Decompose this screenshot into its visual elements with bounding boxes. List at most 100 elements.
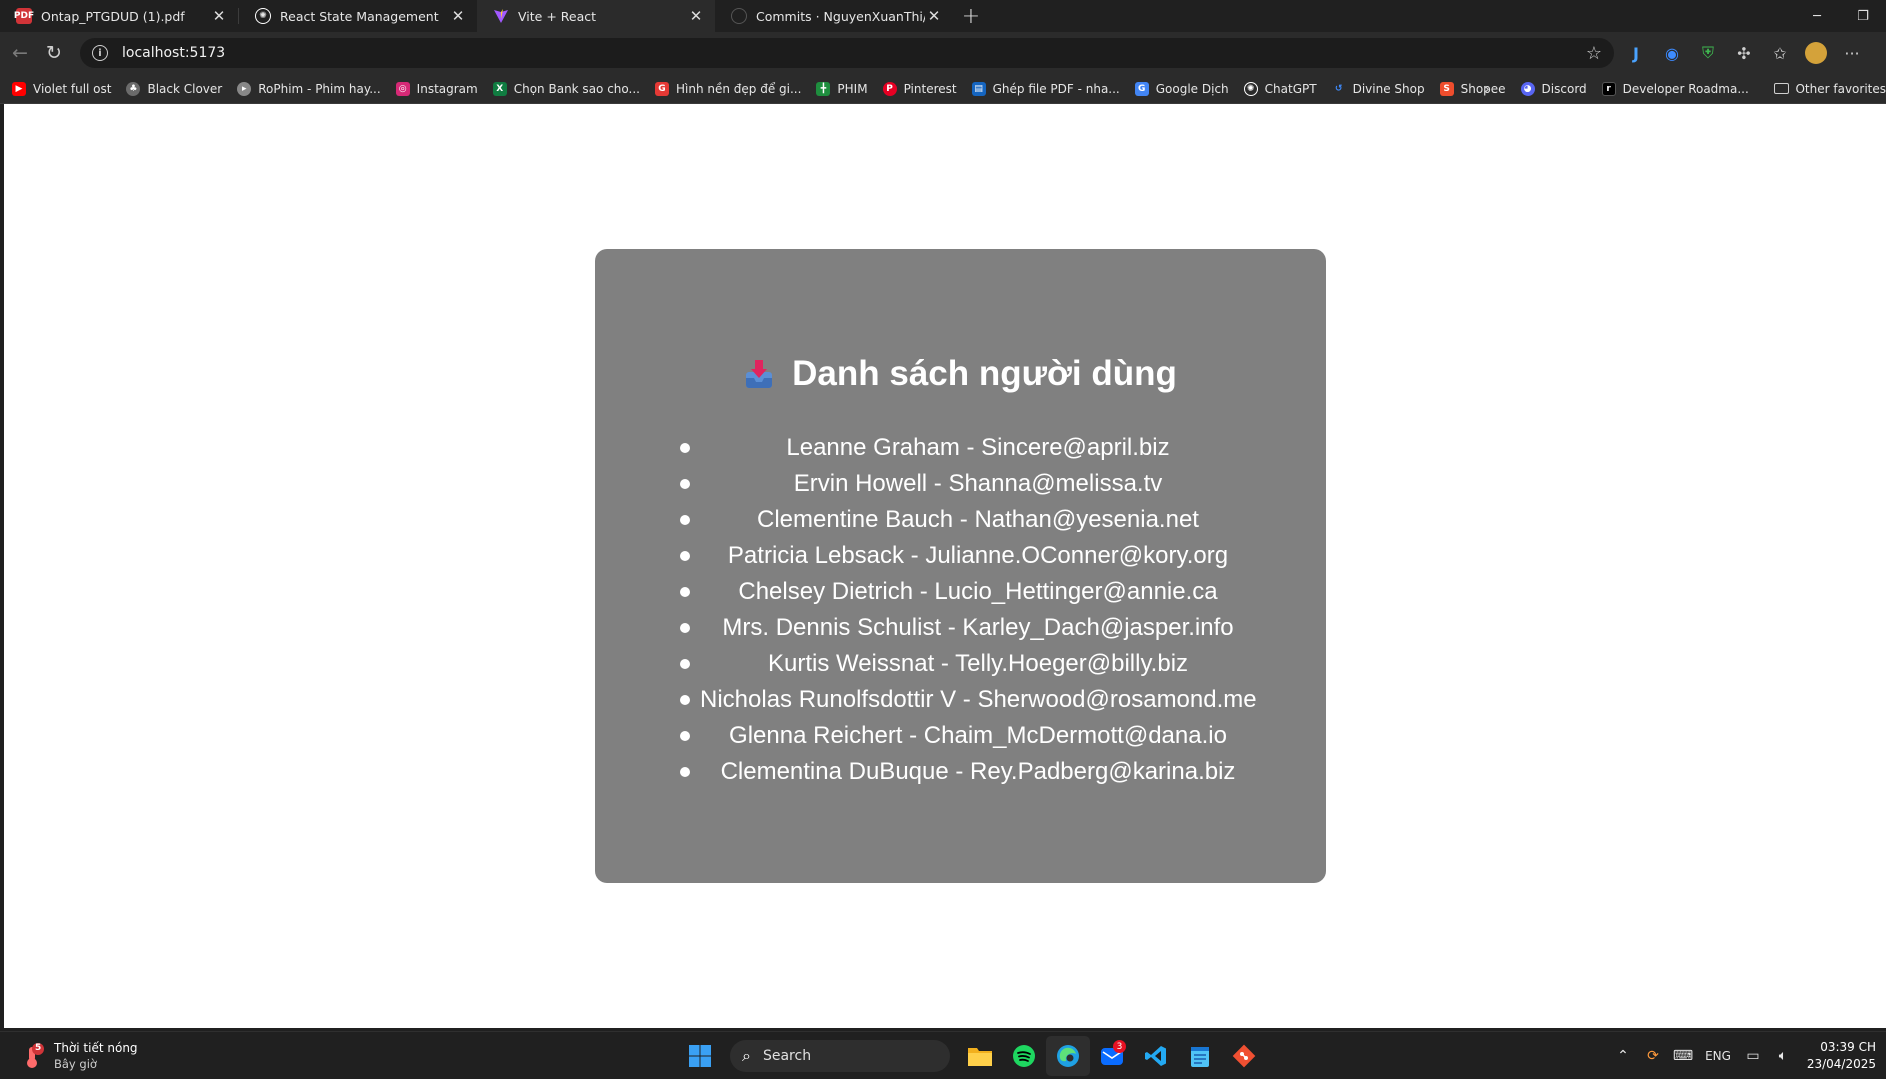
tab-title: Commits · NguyenXuanThi/REACT [756,8,925,24]
google-translate-icon: G [1134,81,1149,96]
weather-title: Thời tiết nóng [54,1041,138,1055]
bookmark-label: Google Dịch [1155,81,1229,96]
file-explorer-icon[interactable] [958,1036,1002,1076]
vite-icon [493,8,509,24]
profile-avatar[interactable] [1798,38,1834,68]
chevron-up-icon[interactable]: ⌃ [1608,1048,1638,1064]
mail-icon[interactable]: 3 [1090,1036,1134,1076]
user-entry: Ervin Howell - Shanna@melissa.tv [793,470,1163,497]
edge-browser-icon[interactable] [1046,1036,1090,1076]
audio-extension-icon[interactable]: ◉ [1654,38,1690,68]
close-tab-icon[interactable]: ✕ [925,7,943,25]
close-tab-icon[interactable]: ✕ [687,7,705,25]
g-icon: G [654,81,669,96]
refresh-button[interactable]: ↻ [37,36,71,70]
j-extension-icon[interactable]: J [1618,38,1654,68]
chatgpt-icon: ✺ [1243,81,1258,96]
user-entry: Chelsey Dietrich - Lucio_Hettinger@annie… [738,578,1218,605]
sync-icon[interactable]: ⟳ [1638,1048,1668,1064]
notepad-icon[interactable] [1178,1036,1222,1076]
close-tab-icon[interactable]: ✕ [449,7,467,25]
site-info-icon[interactable]: i [92,45,108,61]
bookmark-label: Ghép file PDF - nha... [992,81,1120,96]
address-url[interactable]: localhost:5173 [122,45,1586,61]
user-entry: Clementine Bauch - Nathan@yesenia.net [757,506,1199,533]
bookmark-google-dich[interactable]: G Google Dịch [1134,81,1229,96]
weather-widget[interactable]: 5 Thời tiết nóng Bây giờ [20,1040,138,1072]
search-placeholder: Search [762,1048,812,1064]
tab-vite-react[interactable]: Vite + React ✕ [477,0,715,32]
bullet-icon [680,587,690,597]
bullet-icon [680,443,690,453]
bookmark-rophim[interactable]: ▸ RoPhim - Phim hay... [237,81,381,96]
bookmark-pinterest[interactable]: P Pinterest [882,81,957,96]
bookmark-hinh-nen[interactable]: G Hình nền đẹp để gi... [654,81,802,96]
list-item: Glenna Reichert - Chaim_McDermott@dana.i… [680,718,1256,754]
close-tab-icon[interactable]: ✕ [210,7,228,25]
bookmark-label: RoPhim - Phim hay... [258,81,381,96]
address-bar[interactable]: i localhost:5173 ☆ [80,38,1614,68]
new-tab-button[interactable]: + [953,0,989,32]
bullet-icon [680,695,690,705]
other-favorites-folder[interactable]: Other favorites [1774,82,1886,96]
browser-toolbar: ← ↻ i localhost:5173 ☆ J ◉ ⛨ ✣ ✩ ··· [0,32,1886,74]
back-button[interactable]: ← [3,36,37,70]
divine-shop-icon: ↺ [1334,83,1343,94]
favorites-icon[interactable]: ✩ [1762,38,1798,68]
extensions-puzzle-icon[interactable]: ✣ [1726,38,1762,68]
bookmark-discord[interactable]: ◕ Discord [1520,81,1587,96]
taskbar-search-input[interactable]: ⌕ Search [730,1040,950,1072]
bookmark-chon-bank[interactable]: X Chọn Bank sao cho... [492,81,640,96]
tab-react-state-management[interactable]: ✺ React State Management ✕ [239,0,477,32]
bookmark-black-clover[interactable]: ♣ Black Clover [126,81,222,96]
spotify-icon[interactable] [1002,1036,1046,1076]
bookmark-divine-shop[interactable]: ↺ Divine Shop [1332,82,1425,96]
bullet-icon [680,515,690,525]
bookmark-violet-full-ost[interactable]: ▶ Violet full ost [12,81,112,96]
bookmark-label: Discord [1541,81,1587,96]
bookmark-developer-roadmap[interactable]: r Developer Roadma... [1601,81,1749,96]
page-title: Danh sách người dùng [595,354,1326,394]
keyboard-icon[interactable]: ⌨ [1668,1048,1698,1064]
bookmark-label: Pinterest [903,81,957,96]
bookmark-label: PHIM [837,81,868,96]
chevron-right-icon[interactable]: › [1484,79,1490,98]
taskbar-clock[interactable]: 03:39 CH 23/04/2025 [1798,1039,1886,1073]
windows-start-icon[interactable] [678,1036,722,1076]
user-entry: Nicholas Runolfsdottir V - Sherwood@rosa… [700,686,1257,713]
more-menu-icon[interactable]: ··· [1834,38,1870,68]
git-tool-icon[interactable] [1222,1036,1266,1076]
tab-ontap-pdf[interactable]: PDF Ontap_PTGDUD (1).pdf ✕ [0,0,238,32]
restore-button[interactable]: ❐ [1840,0,1886,32]
weather-subtitle: Bây giờ [54,1057,97,1071]
list-item: Clementine Bauch - Nathan@yesenia.net [680,502,1256,538]
pinterest-icon: P [882,81,897,96]
language-indicator[interactable]: ENG [1698,1049,1738,1063]
github-icon [731,8,747,24]
vscode-icon[interactable] [1134,1036,1178,1076]
bookmark-shopee[interactable]: S Shopee [1439,81,1506,96]
bookmark-instagram[interactable]: ◎ Instagram [395,81,478,96]
bookmark-phim[interactable]: ╋ PHIM [816,81,868,96]
bookmark-chatgpt[interactable]: ✺ ChatGPT [1243,81,1317,96]
tab-github-commits[interactable]: Commits · NguyenXuanThi/REACT ✕ [715,0,953,32]
favorite-star-icon[interactable]: ☆ [1586,43,1602,64]
list-item: Chelsey Dietrich - Lucio_Hettinger@annie… [680,574,1256,610]
tab-title: Ontap_PTGDUD (1).pdf [41,8,185,24]
bullet-icon [680,731,690,741]
shield-icon[interactable]: ⛨ [1690,38,1726,68]
heading-text: Danh sách người dùng [792,354,1177,393]
bookmark-ghep-file-pdf[interactable]: ▤ Ghép file PDF - nha... [971,81,1120,96]
tab-title: React State Management [280,8,439,24]
thermometer-icon: 5 [20,1043,46,1069]
bookmark-label: Hình nền đẹp để gi... [675,81,802,96]
volume-icon[interactable]: 🔈︎ [1768,1048,1798,1064]
other-favorites-label: Other favorites [1795,81,1886,96]
bookmark-label: Violet full ost [33,81,112,96]
discord-icon: ◕ [1520,81,1535,96]
folder-icon [1774,83,1790,94]
network-icon[interactable]: ▭ [1738,1048,1768,1064]
window-controls: ─ ❐ [1794,0,1886,32]
minimize-button[interactable]: ─ [1794,0,1840,32]
rophim-icon: ▸ [237,81,252,96]
